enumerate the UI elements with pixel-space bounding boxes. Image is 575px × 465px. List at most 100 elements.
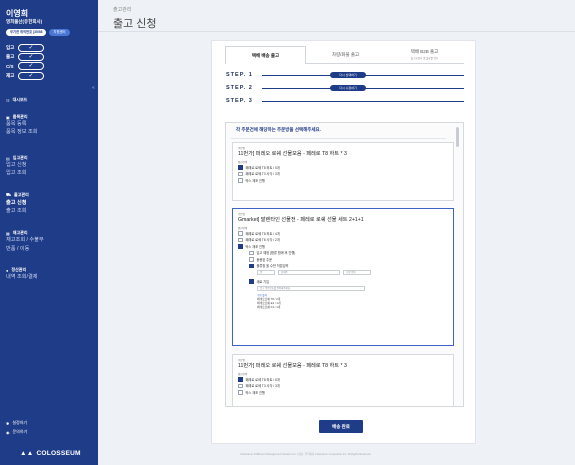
tab-sublabel: 출고요청서 및 물류를 업무	[410, 57, 439, 60]
checkbox[interactable]	[238, 231, 243, 236]
item-name: 11번가] 퍼레오 로쉐 선물모음 - 페레로 T8 하트 * 3	[238, 363, 347, 369]
checkbox[interactable]	[249, 257, 254, 262]
option-row[interactable]: 박스 재포 진행	[238, 177, 448, 184]
order-item-selected[interactable]: 주문명 Gmarket] 발렌타인 선물전 - 페레로 로쉐 선물 세트 2+1…	[232, 208, 454, 346]
checkbox[interactable]	[249, 263, 254, 268]
step-1-reselect-button[interactable]: 다시 선택하기	[330, 72, 366, 78]
account-badge: 무기한 취직번호 [35/58	[6, 29, 47, 36]
sidebar-item-dashboard[interactable]: ☷ 대시보드	[6, 97, 27, 103]
sidebar-item-outbound-list[interactable]: 출고 조회	[6, 208, 27, 215]
checkbox[interactable]	[238, 171, 243, 176]
logo-mark-icon: ▲▲	[20, 450, 34, 457]
sidebar-item-label: 대시보드	[12, 97, 28, 102]
sidebar-section-inbound: ▤ 입고관리	[6, 155, 28, 161]
check-icon[interactable]: ✓	[18, 62, 44, 71]
option-label: 페레로 로쉐 T8 하트 / 5개	[245, 165, 280, 170]
help-label: 문의하기	[12, 429, 28, 434]
sidebar-section-outbound: ⛟ 출고관리	[6, 192, 29, 198]
user-badges: 무기한 취직번호 [35/58 지원센터	[6, 29, 70, 36]
sidebar-section-product: ▣ 품목관리	[6, 114, 28, 120]
checkbox[interactable]	[249, 250, 254, 255]
option-label: 페레로 로쉐 T8 하트 / 5개	[245, 377, 280, 382]
zip-input[interactable]: 입	[257, 270, 275, 275]
option-label: 페레로 로쉐 T3 사각 / 3개	[245, 384, 280, 389]
quick-row-outbound: 출고 ✓	[6, 52, 44, 61]
section-title: 정산관리	[11, 267, 27, 272]
option-label: 입고 예정 (합류 함께 후 진행)	[256, 251, 296, 256]
step-2-edit-button[interactable]: 다시 수정하기	[330, 85, 366, 91]
checkbox[interactable]	[238, 377, 243, 382]
quick-row-stock: 재고 ✓	[6, 71, 44, 80]
sub-option-row[interactable]: 물류창 을 수반 직접입력	[249, 263, 448, 270]
sidebar-item-stock-ledger[interactable]: 재고조회 / 수불부	[6, 237, 44, 244]
tab-b2b[interactable]: 택배 B2B 출고 출고요청서 및 물류를 업무	[385, 46, 464, 64]
tab-label: 택배 배송 출고	[251, 52, 280, 58]
checkbox[interactable]	[238, 244, 243, 249]
tab-parcel-delivery[interactable]: 택배 배송 출고	[225, 46, 306, 64]
instruction-text: 각 주문건에 해당하는 주문방을 선택해주세요.	[236, 127, 321, 132]
sidebar-item-outbound-request[interactable]: 출고 신청	[6, 200, 27, 207]
option-label: 페레로 로쉐 T8 하트 / 4개	[245, 231, 280, 236]
tab-vehicle-freight[interactable]: 차량/화물 출고	[306, 46, 385, 64]
outbound-request-card: 택배 배송 출고 차량/화물 출고 택배 B2B 출고 출고요청서 및 물류를 업…	[211, 40, 476, 444]
item-name: Gmarket] 발렌타인 선물전 - 페레로 로쉐 선물 세트 2+1+1	[238, 217, 364, 223]
sidebar-item-inbound-request[interactable]: 입고 신청	[6, 162, 27, 169]
check-icon[interactable]: ✓	[18, 43, 44, 52]
section-title: 품목관리	[12, 114, 28, 119]
option-label: 새로 기입	[256, 279, 270, 284]
user-name: 이영희	[6, 9, 29, 18]
scrollbar[interactable]	[456, 127, 459, 147]
sidebar-item-return-move[interactable]: 반품 / 이동	[6, 246, 29, 253]
address-item: 페레로로쉐 F4 / 1개	[257, 304, 281, 309]
qty-input[interactable]: 수량 입력	[343, 270, 371, 275]
quick-label: C/S	[6, 63, 14, 69]
help-link[interactable]: ◉ 문의하기	[6, 429, 27, 435]
option-label: 페레로 로쉐 T8 사각 / 2개	[245, 238, 280, 243]
new-address-row[interactable]: 새로 기입	[249, 278, 448, 285]
header-divider	[98, 31, 575, 32]
support-center-button[interactable]: 지원센터	[49, 29, 70, 36]
check-icon[interactable]: ✓	[18, 52, 44, 61]
gear-icon: ✱	[6, 420, 10, 426]
checkbox[interactable]	[238, 237, 243, 242]
step-3-label: STEP. 3	[226, 98, 253, 104]
collapse-sidebar-icon[interactable]: «	[92, 85, 95, 91]
sidebar-item-product-info[interactable]: 품목 정보 조회	[6, 129, 38, 136]
option-label: 페레로 로쉐 T3 사각 / 3개	[245, 172, 280, 177]
quick-label: 입고	[6, 44, 15, 50]
quick-row-inbound: 입고 ✓	[6, 43, 44, 52]
sidebar: 이영희 영희물산(유한회사) 무기한 취직번호 [35/58 지원센터 입고 ✓ …	[0, 0, 98, 465]
sub-options: 입고 예정 (합류 함께 후 진행) 동봉된 주문 물류창 을 수반 직접입력 …	[238, 250, 448, 309]
footer-text: Colosseum Fulfillment Management Solutio…	[240, 453, 371, 456]
check-icon[interactable]: ✓	[18, 71, 44, 80]
sidebar-section-stock: ▦ 재고관리	[6, 230, 28, 236]
step-2-label: STEP. 2	[226, 85, 253, 91]
inbound-icon: ▤	[6, 155, 10, 161]
order-item[interactable]: 주문명 11번가] 퍼레오 로쉐 선물모음 - 페레로 T8 하트 * 3 옵션…	[232, 354, 454, 406]
company-name: 영희물산(유한회사)	[6, 19, 43, 24]
sidebar-item-inbound-list[interactable]: 입고 조회	[6, 170, 27, 177]
address-input[interactable]: 입고 주문번호를 입력해주세요.	[257, 285, 365, 291]
colosseum-logo: ▲▲ COLOSSEUM	[20, 450, 81, 457]
headset-icon: ◉	[6, 429, 10, 435]
logo-text: COLOSSEUM	[36, 450, 81, 457]
detail-input[interactable]: 상세주	[278, 270, 340, 275]
sidebar-item-payment[interactable]: 내역 조회/결제	[6, 274, 38, 281]
grid-icon: ☷	[6, 97, 10, 103]
settings-link[interactable]: ✱ 설정하기	[6, 420, 27, 426]
section-title: 입고관리	[12, 155, 28, 160]
step-3-line	[262, 101, 464, 102]
checkbox[interactable]	[238, 383, 243, 388]
section-title: 재고관리	[12, 230, 28, 235]
complete-button[interactable]: 배송 완료	[319, 420, 363, 433]
option-row[interactable]: 박스 재포 진행	[238, 389, 448, 396]
order-item[interactable]: 주문명 11번가] 퍼레오 로쉐 선물모음 - 페레로 T8 하트 * 3 옵션…	[232, 142, 454, 201]
sidebar-section-settle: ● 정산관리	[6, 267, 26, 273]
checkbox[interactable]	[238, 178, 243, 183]
warehouse-icon: ▦	[6, 230, 10, 236]
sidebar-item-product-register[interactable]: 품목 등록	[6, 121, 27, 128]
settings-label: 설정하기	[12, 420, 28, 425]
checkbox[interactable]	[238, 165, 243, 170]
checkbox[interactable]	[238, 390, 243, 395]
checkbox[interactable]	[249, 279, 254, 284]
